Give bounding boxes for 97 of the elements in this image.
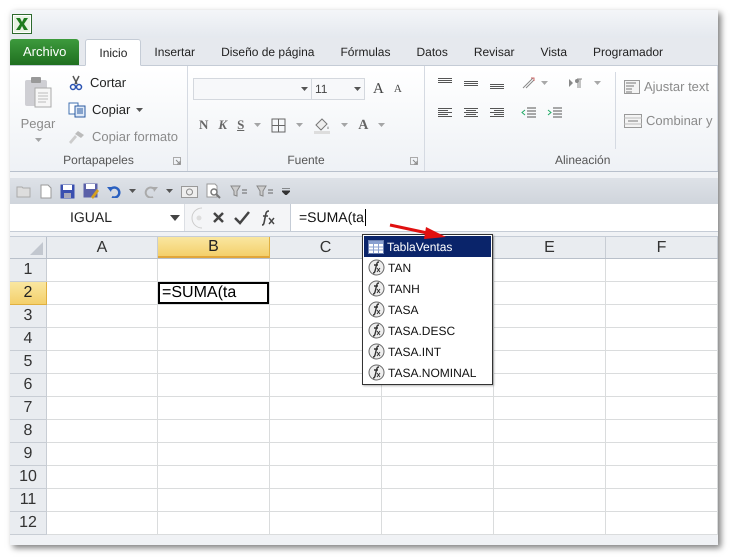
undo-icon[interactable] <box>107 184 121 198</box>
autocomplete-item[interactable]: TASA.DESC <box>364 320 491 341</box>
print-preview-icon[interactable] <box>206 183 222 199</box>
fill-color-icon[interactable] <box>313 116 332 134</box>
cancel-icon[interactable] <box>212 211 225 224</box>
shrink-font-button[interactable]: A <box>394 81 402 98</box>
align-right-icon[interactable] <box>489 106 505 120</box>
row-header[interactable]: 1 <box>10 259 47 282</box>
ribbon-tab[interactable]: Diseño de página <box>208 38 328 65</box>
ribbon-tab[interactable]: Inicio <box>85 39 142 66</box>
row-header[interactable]: 9 <box>10 443 47 466</box>
row-header[interactable]: 4 <box>10 328 47 351</box>
autocomplete-item[interactable]: TASA.INT <box>364 341 491 362</box>
caret-icon <box>341 123 348 127</box>
increase-indent-icon[interactable] <box>547 106 563 120</box>
row-header[interactable]: 7 <box>10 397 47 420</box>
text-orientation-icon[interactable] <box>521 76 537 90</box>
row-header[interactable]: 6 <box>10 374 47 397</box>
caret-icon[interactable] <box>166 189 173 193</box>
caret-icon <box>34 138 42 142</box>
font-name-field[interactable] <box>193 78 312 100</box>
autocomplete-item[interactable]: TASA <box>364 299 491 320</box>
row-header[interactable]: 10 <box>10 466 47 489</box>
group-label: Fuente <box>287 152 325 169</box>
redo-icon[interactable] <box>144 184 158 198</box>
excel-app-icon[interactable] <box>12 14 32 34</box>
caret-icon <box>301 87 308 92</box>
caret-icon <box>254 123 262 127</box>
caret-icon <box>354 87 361 92</box>
customize-toolbar-icon[interactable] <box>282 188 290 194</box>
camera-icon[interactable] <box>181 184 198 198</box>
italic-button[interactable]: K <box>218 115 228 135</box>
decrease-indent-icon[interactable] <box>521 106 537 120</box>
function-icon <box>368 280 385 297</box>
autocomplete-item[interactable]: TASA.NOMINAL <box>364 362 491 383</box>
function-icon <box>368 364 385 381</box>
column-header[interactable]: E <box>494 237 606 258</box>
filter-icon[interactable] <box>256 185 274 197</box>
group-label: Portapapeles <box>63 152 134 169</box>
text-direction-icon[interactable] <box>568 77 584 89</box>
dialog-launcher-icon[interactable] <box>173 157 181 165</box>
autocomplete-item[interactable]: TANH <box>364 278 491 299</box>
folder-icon[interactable] <box>16 184 32 198</box>
caret-icon <box>136 108 144 112</box>
function-icon <box>368 322 385 339</box>
column-header[interactable]: F <box>606 237 718 258</box>
caret-icon <box>594 81 601 85</box>
row-header[interactable]: 11 <box>10 489 47 512</box>
font-color-button[interactable]: A <box>358 114 368 136</box>
filter-icon[interactable] <box>230 185 248 197</box>
ribbon-tab[interactable]: Insertar <box>141 38 208 65</box>
dialog-launcher-icon[interactable] <box>410 157 418 165</box>
clipboard-icon <box>23 76 53 108</box>
save-as-icon[interactable] <box>83 183 99 199</box>
caret-icon <box>378 123 386 127</box>
caret-icon <box>296 123 304 127</box>
merge-cells-icon <box>624 114 642 128</box>
row-header[interactable]: 5 <box>10 351 47 374</box>
scissors-icon <box>68 75 84 91</box>
font-size-field[interactable]: 11 <box>312 78 365 100</box>
ribbon-tab[interactable]: Vista <box>528 38 580 65</box>
ribbon-tab[interactable]: Archivo <box>10 39 80 65</box>
row-header[interactable]: 3 <box>10 305 47 328</box>
underline-button[interactable]: S <box>237 115 244 135</box>
row-header[interactable]: 8 <box>10 420 47 443</box>
ribbon-tab[interactable]: Fórmulas <box>327 38 404 65</box>
active-cell[interactable]: =SUMA(ta <box>158 282 269 304</box>
save-icon[interactable] <box>60 184 75 198</box>
clipboard-cut-button[interactable]: Cortar <box>68 72 178 94</box>
pointer-arrow-drawing <box>388 222 448 242</box>
function-icon <box>368 301 385 318</box>
corner-triangle-icon <box>30 242 43 255</box>
ribbon-tab[interactable]: Datos <box>403 38 461 65</box>
insert-function-icon[interactable] <box>259 210 276 226</box>
grow-font-button[interactable]: A <box>373 78 384 100</box>
function-icon <box>368 259 385 276</box>
enter-check-icon[interactable] <box>234 210 250 224</box>
table-icon <box>368 240 384 254</box>
row-header[interactable]: 2 <box>10 282 47 305</box>
align-center-icon[interactable] <box>463 106 479 120</box>
wrap-text-icon <box>624 80 640 94</box>
ribbon-tab[interactable]: Programador <box>580 38 676 65</box>
function-icon <box>368 343 385 360</box>
autocomplete-item[interactable]: TablaVentas <box>364 236 491 257</box>
align-left-icon[interactable] <box>437 106 453 120</box>
caret-icon <box>541 81 548 85</box>
ribbon-tab[interactable]: Revisar <box>460 38 528 65</box>
clipboard-copy-button[interactable]: Copiar <box>68 99 178 121</box>
new-document-icon[interactable] <box>40 184 52 198</box>
column-header[interactable]: B <box>158 237 270 258</box>
row-header[interactable]: 12 <box>10 512 47 535</box>
autocomplete-item[interactable]: TAN <box>364 257 491 278</box>
copy-icon <box>68 102 86 118</box>
bold-button[interactable]: N <box>199 115 208 135</box>
group-label: Alineación <box>555 152 610 169</box>
borders-icon[interactable] <box>271 118 286 132</box>
caret-icon[interactable] <box>129 189 136 193</box>
